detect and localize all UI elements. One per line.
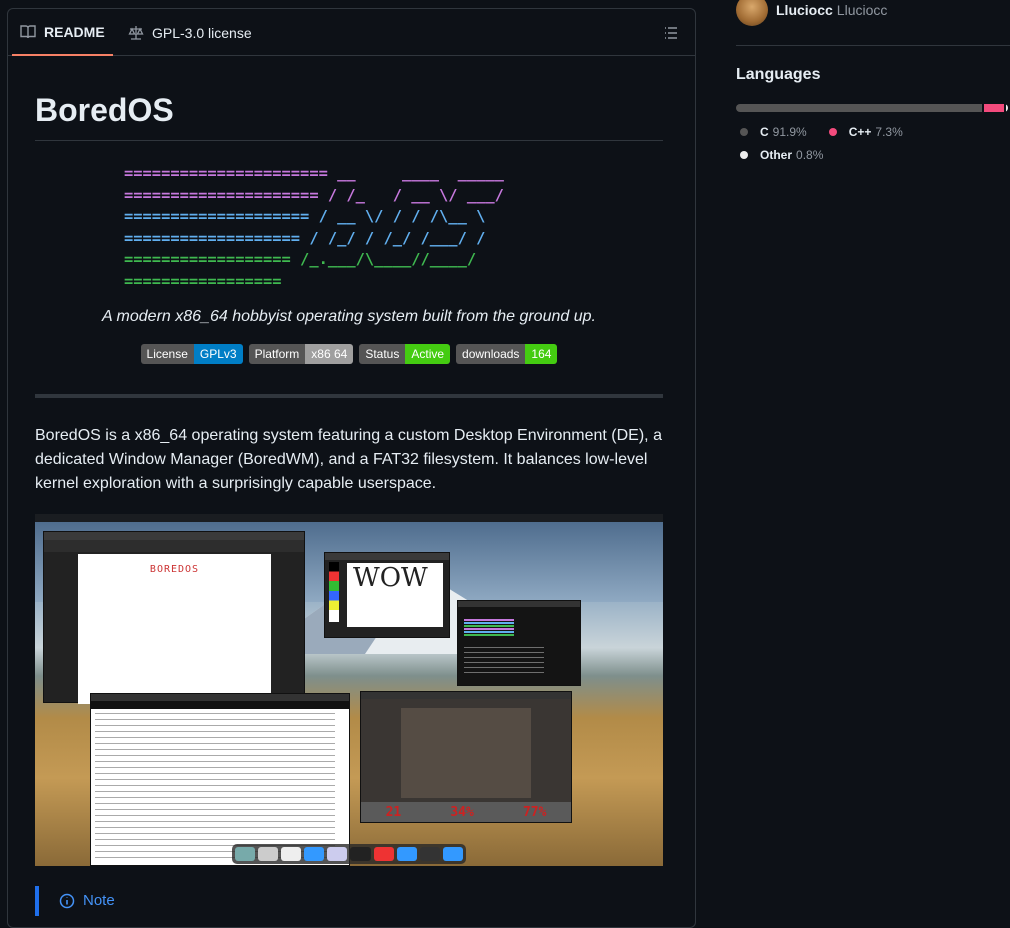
- language-c[interactable]: C 91.9%: [736, 125, 807, 139]
- doom-armor: 77%: [522, 804, 547, 820]
- languages-legend: C 91.9% C++ 7.3% Other 0.8%: [736, 120, 1010, 166]
- badge-value: GPLv3: [193, 344, 243, 364]
- paint-text: WOW: [347, 563, 443, 627]
- ascii-logo: ====================== __ ____ _____ ====…: [124, 163, 663, 292]
- ascii-line: ====================== __ ____ _____: [124, 164, 504, 182]
- info-icon: [59, 893, 75, 908]
- writer-text: BOREDOS: [149, 564, 200, 575]
- doom-ammo: 21: [385, 804, 402, 820]
- tab-readme-label: README: [44, 23, 105, 40]
- scale-icon: [128, 25, 144, 40]
- ascii-line: ==================== / __ \/ / / /\__ \: [124, 207, 486, 225]
- language-other: Other 0.8%: [736, 148, 823, 162]
- badge-row: License GPLv3 Platform x86 64 Status Active do…: [35, 344, 663, 364]
- tab-license[interactable]: GPL-3.0 license: [128, 9, 252, 56]
- badge-label: Platform: [248, 344, 306, 364]
- badge-label: downloads: [456, 344, 526, 364]
- doom-hud: 21 34% 77%: [361, 802, 571, 822]
- badge-platform[interactable]: Platform x86 64: [248, 344, 354, 364]
- badge-value: Active: [405, 344, 451, 364]
- readme-content: BoredOS ====================== __ ____ _…: [35, 56, 663, 866]
- language-dot: [828, 127, 837, 136]
- ascii-line: ===================== / /_ / __ \/ ___/: [124, 185, 504, 204]
- user-login[interactable]: Lluciocc: [776, 2, 833, 18]
- readme-title: BoredOS: [35, 92, 663, 141]
- languages-bar-segment: [1005, 104, 1008, 112]
- user-row[interactable]: Lluciocc Lluciocc: [736, 0, 1010, 26]
- badge-value: 164: [525, 344, 558, 364]
- divider: [35, 394, 663, 398]
- browser-window: [90, 693, 350, 866]
- badge-status[interactable]: Status Active: [359, 344, 451, 364]
- doom-health: 34%: [450, 804, 474, 820]
- dock: [232, 844, 466, 864]
- languages-heading: Languages: [736, 66, 821, 83]
- tab-license-label: GPL-3.0 license: [152, 24, 252, 41]
- tagline: A modern x86_64 hobbyist operating syste…: [102, 308, 596, 325]
- paint-window: WOW: [324, 552, 450, 638]
- readme-tabs: README GPL-3.0 license: [8, 9, 695, 56]
- note-title: Note: [83, 892, 115, 909]
- languages-bar: [736, 104, 1008, 112]
- note-callout: Note: [35, 886, 665, 916]
- language-dot: [740, 127, 748, 136]
- ascii-line: =================== / /_/ / /_/ /___/ /: [124, 228, 486, 247]
- ascii-line: =================: [124, 271, 282, 290]
- badge-label: License: [140, 344, 194, 364]
- user-name: Lluciocc: [836, 2, 888, 18]
- doom-window: 21 34% 77%: [360, 691, 572, 823]
- language-dot: [740, 150, 748, 159]
- book-icon: [20, 24, 36, 38]
- top-bar: [35, 514, 663, 522]
- desktop-screenshot: BOREDOS WOW 21 34% 77%: [35, 514, 663, 866]
- ascii-line: ================== /_.___/\____//____/: [124, 250, 477, 268]
- writer-window: BOREDOS: [43, 531, 305, 704]
- language-cpp[interactable]: C++ 7.3%: [825, 125, 903, 139]
- readme-panel: README GPL-3.0 license BoredOS =========…: [7, 8, 696, 928]
- badge-value: x86 64: [305, 344, 354, 364]
- intro-paragraph: BoredOS is a x86_64 operating system fea…: [35, 427, 662, 492]
- about-window: [457, 600, 581, 686]
- sidebar-divider: [736, 45, 1010, 46]
- sidebar: Lluciocc Lluciocc Languages C 91.9% C++ 7.…: [736, 0, 1010, 166]
- badge-downloads[interactable]: downloads 164: [456, 344, 558, 364]
- languages-bar-segment: [984, 104, 1004, 112]
- badge-license[interactable]: License GPLv3: [140, 344, 243, 364]
- tab-readme[interactable]: README: [12, 9, 113, 56]
- languages-bar-segment: [736, 104, 983, 112]
- avatar[interactable]: [736, 0, 768, 26]
- outline-list-icon[interactable]: [663, 25, 679, 41]
- badge-label: Status: [359, 344, 406, 364]
